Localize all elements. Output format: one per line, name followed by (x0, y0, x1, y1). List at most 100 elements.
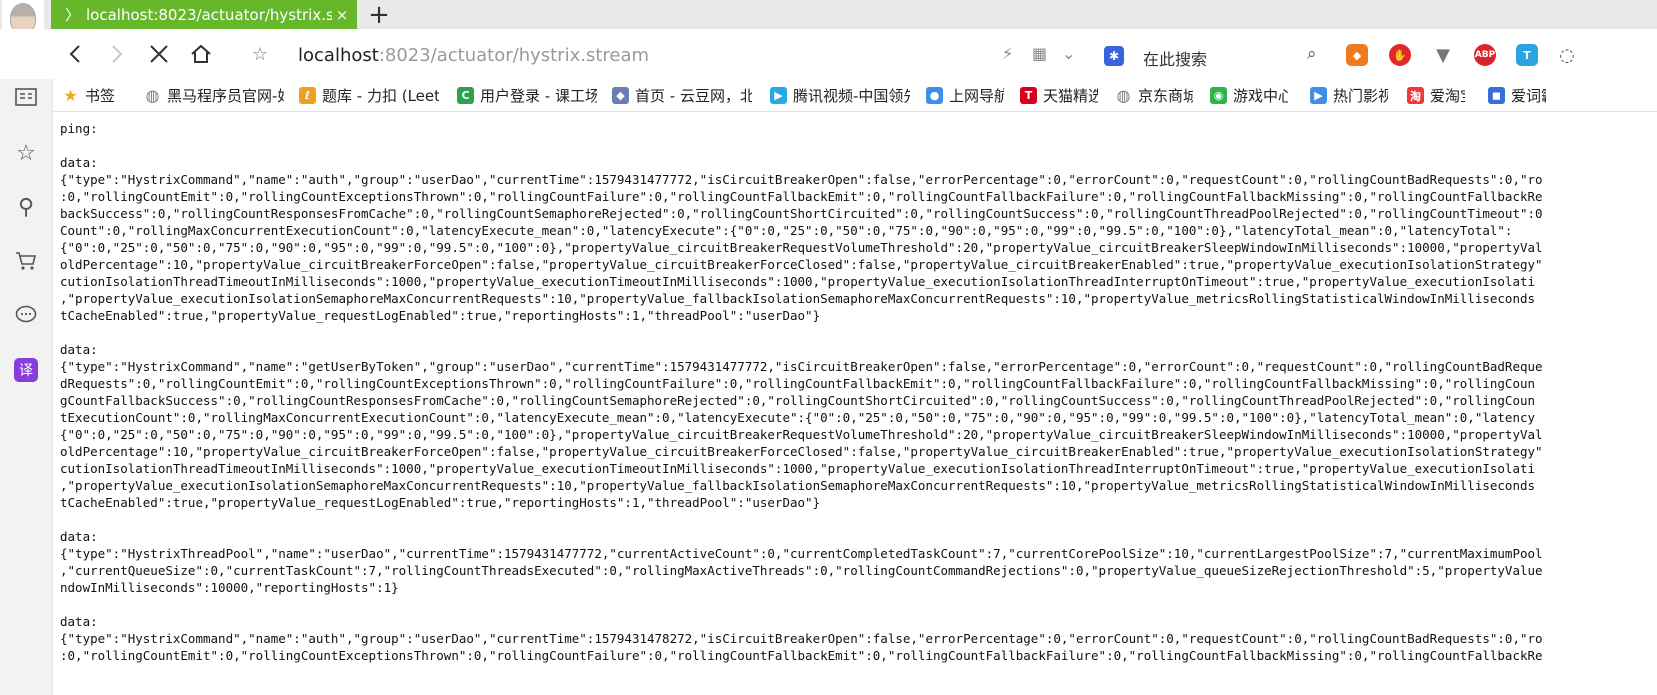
address-bar[interactable]: localhost:8023/actuator/hystrix.stream (298, 45, 649, 66)
stream-line: tCacheEnabled":true,"propertyValue_reque… (60, 495, 821, 510)
arrow-right-icon (112, 45, 123, 63)
stop-button[interactable] (146, 41, 172, 67)
game-extension-icon[interactable]: ◆ (1346, 44, 1368, 66)
stream-line: Count":0,"rollingMaxConcurrentExecutionC… (60, 223, 1513, 238)
bookmark-label: 上网导航 (949, 87, 1004, 105)
stream-line: backSuccess":0,"rollingCountResponsesFro… (60, 206, 1543, 221)
stream-line: dRequests":0,"rollingCountEmit":0,"rolli… (60, 376, 1536, 391)
stream-line: :0,"rollingCountEmit":0,"rollingCountExc… (60, 189, 1543, 204)
stream-line: {"0":0,"25":0,"50":0,"75":0,"90":0,"95":… (60, 240, 1543, 255)
stream-line: :0,"rollingCountEmit":0,"rollingCountExc… (60, 648, 1543, 663)
bookmark-label: 游戏中心 (1233, 87, 1288, 105)
bookmark-item[interactable]: ◆ 首页 - 云豆网，北 (612, 85, 752, 106)
url-host: localhost (298, 45, 379, 66)
stream-line: oldPercentage":10,"propertyValue_circuit… (60, 444, 1543, 459)
qrcode-icon[interactable]: ▦ (1032, 44, 1047, 63)
globe-icon: ◍ (145, 86, 160, 105)
translate-icon[interactable]: 译 (12, 356, 40, 384)
stream-line: {"type":"HystrixCommand","name":"auth","… (60, 631, 1543, 646)
stream-line: {"type":"HystrixCommand","name":"auth","… (60, 172, 1543, 187)
back-button[interactable] (62, 41, 88, 67)
ping-label: ping: (60, 121, 98, 136)
reading-list-icon[interactable] (12, 83, 40, 111)
stream-line: {"type":"HystrixThreadPool","name":"user… (60, 546, 1543, 561)
bookmark-label: 腾讯视频-中国领先 (793, 87, 910, 105)
event-label: data: (60, 529, 98, 544)
url-path: :8023/actuator/hystrix.stream (378, 45, 650, 66)
star-icon: ★ (63, 86, 78, 105)
bookmark-item[interactable]: ◼ 爱词霸在 (1488, 85, 1546, 106)
t-extension-icon[interactable]: T (1516, 44, 1538, 66)
stream-line: ndowInMilliseconds":10000,"reportingHost… (60, 580, 399, 595)
navigation-bar: ☆ localhost:8023/actuator/hystrix.stream… (0, 29, 1657, 79)
lightning-icon[interactable]: ⚡ (1002, 44, 1013, 63)
stream-line (60, 511, 1657, 528)
tab-title: localhost:8023/actuator/hystrix.st (86, 5, 332, 24)
stream-line: ,"propertyValue_executionIsolationSemaph… (60, 291, 1536, 306)
bookmark-item[interactable]: 淘爱淘宝 (1407, 85, 1465, 106)
search-icon[interactable]: ⌕ (1307, 44, 1317, 64)
tab-strip: 〉 localhost:8023/actuator/hystrix.st × + (0, 0, 1657, 36)
stream-line: {"0":0,"25":0,"50":0,"75":0,"90":0,"95":… (60, 427, 1543, 442)
tab-hystrix-stream[interactable]: 〉 localhost:8023/actuator/hystrix.st × (51, 0, 357, 29)
stream-line: tCacheEnabled":true,"propertyValue_reque… (60, 308, 821, 323)
favorites-star-icon[interactable]: ☆ (12, 139, 40, 167)
bookmark-star-button[interactable]: ☆ (247, 41, 273, 67)
bookmark-label: 用户登录 - 课工场 (480, 87, 597, 105)
stream-line: cutionIsolationThreadTimeoutInMillisecon… (60, 274, 1536, 289)
video-icon: ▶ (1310, 87, 1327, 104)
arrow-left-icon (69, 45, 80, 63)
home-icon (191, 44, 211, 63)
adblock-plus-icon[interactable]: ABP (1474, 44, 1496, 66)
new-tab-button[interactable]: + (364, 0, 394, 30)
bookmark-item[interactable]: ℓ 题库 - 力扣 (LeetC (299, 85, 439, 106)
bookmark-label: 京东商城 (1138, 87, 1193, 105)
stream-line: {"type":"HystrixCommand","name":"getUser… (60, 359, 1543, 374)
stream-line: tExecutionCount":0,"rollingMaxConcurrent… (60, 410, 1536, 425)
bookmark-item[interactable]: ▶ 热门影视 (1310, 85, 1388, 106)
globe-icon: ◍ (1116, 86, 1131, 105)
bookmark-label: 天猫精选 (1043, 87, 1098, 105)
v-extension-icon[interactable]: ▼ (1432, 44, 1454, 66)
iciba-icon: ◼ (1488, 87, 1505, 104)
bookmark-item[interactable]: T 天猫精选 (1020, 85, 1098, 106)
forward-button[interactable] (104, 41, 130, 67)
home-button[interactable] (188, 41, 214, 67)
stream-line: ,"currentQueueSize":0,"currentTaskCount"… (60, 563, 1543, 578)
more-extension-icon[interactable]: ◌ (1556, 44, 1578, 66)
stream-text-content: ping: data: {"type":"HystrixCommand","name… (60, 120, 1657, 695)
leetcode-icon: ℓ (299, 87, 316, 104)
stream-line (60, 137, 1657, 154)
play-icon: ▶ (770, 87, 787, 104)
tab-close-button[interactable]: × (332, 6, 352, 24)
bookmark-item[interactable]: ● 上网导航 (926, 85, 1004, 106)
bookmark-label: 书签 (85, 87, 116, 105)
left-sidebar: ☆ ⚲ 译 (0, 79, 53, 695)
bookmark-item[interactable]: ▶ 腾讯视频-中国领先 (770, 85, 910, 106)
bookmark-item[interactable]: ◍ 黑马程序员官网-好 (144, 85, 284, 106)
chevron-down-icon[interactable]: ⌄ (1062, 44, 1075, 63)
bookmark-item[interactable]: ◍ 京东商城 (1115, 85, 1193, 106)
stream-line (60, 324, 1657, 341)
stream-line: cutionIsolationThreadTimeoutInMillisecon… (60, 461, 1536, 476)
stop-hand-extension-icon[interactable]: ✋ (1389, 44, 1411, 66)
event-label: data: (60, 155, 98, 170)
bookmark-item[interactable]: ★ 书签 (62, 85, 115, 106)
bookmark-label: 首页 - 云豆网，北 (635, 87, 752, 105)
stream-line: ,"propertyValue_executionIsolationSemaph… (60, 478, 1536, 493)
bookmark-label: 热门影视 (1333, 87, 1388, 105)
stream-line: gCountFallbackSuccess":0,"rollingCountRe… (60, 393, 1536, 408)
sidebar-search-icon[interactable]: ⚲ (12, 193, 40, 221)
bookmarks-bar: ★ 书签 ◍ 黑马程序员官网-好 ℓ 题库 - 力扣 (LeetC C 用户登录 - 课工场 ◆… (52, 79, 1657, 112)
gamepad-icon: ◉ (1210, 87, 1227, 104)
nav-icon: ● (926, 87, 943, 104)
event-label: data: (60, 342, 98, 357)
search-input[interactable]: 在此搜索 (1143, 46, 1207, 70)
shopping-cart-icon[interactable] (12, 247, 40, 275)
bookmark-label: 爱词霸在 (1511, 87, 1546, 105)
bookmark-item[interactable]: C 用户登录 - 课工场 (457, 85, 597, 106)
chat-bubble-icon[interactable] (12, 301, 40, 329)
bookmark-item[interactable]: ◉ 游戏中心 (1210, 85, 1288, 106)
tmall-icon: T (1020, 87, 1037, 104)
c-icon: C (457, 87, 474, 104)
